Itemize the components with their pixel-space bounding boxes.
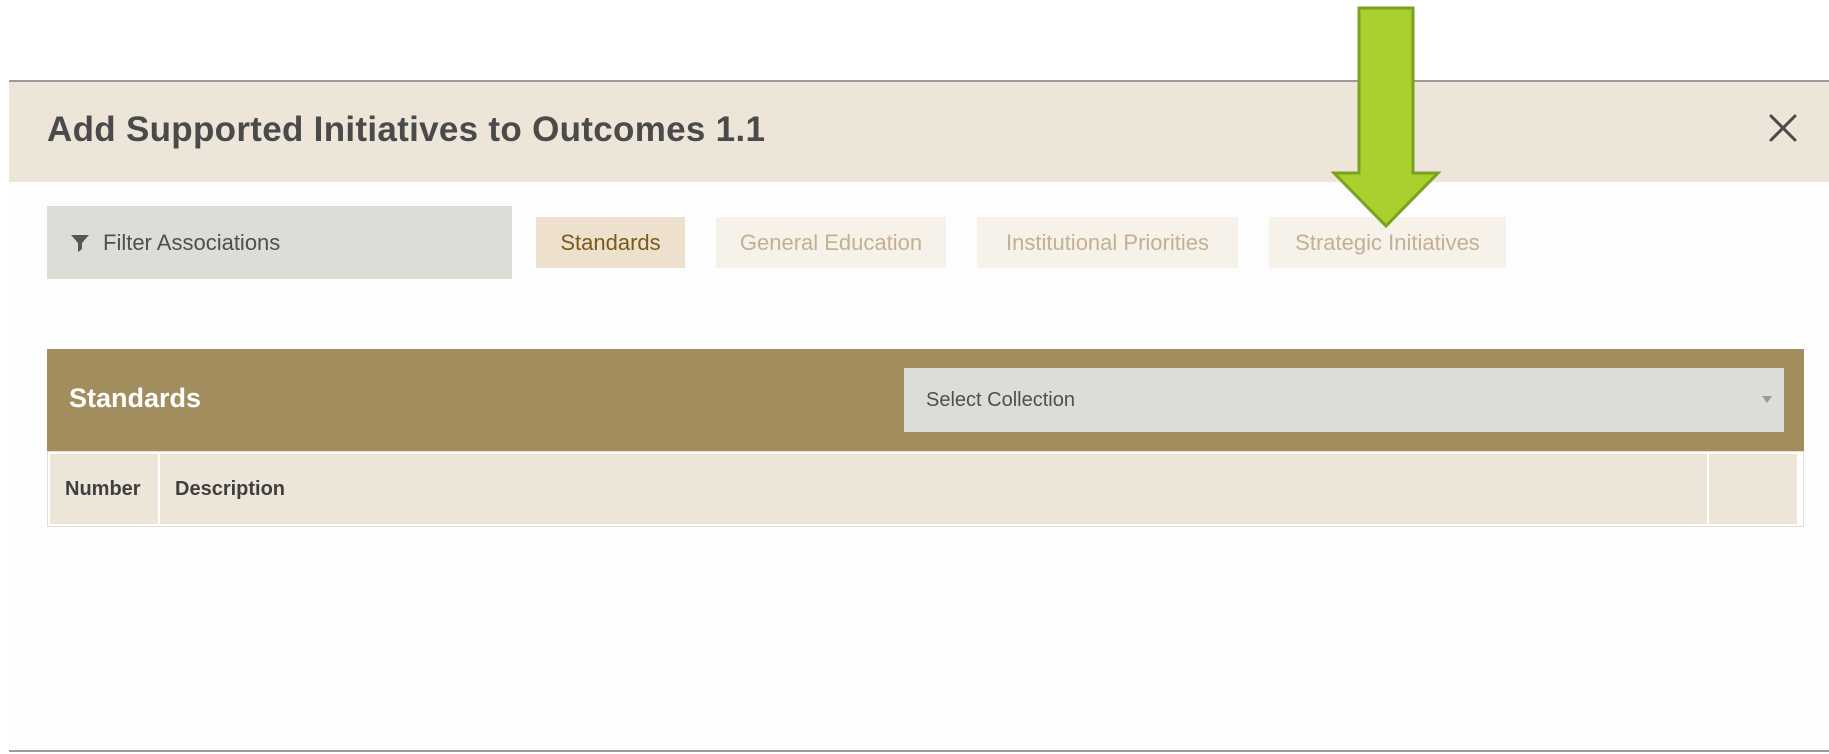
select-collection-value: Select Collection: [926, 388, 1075, 411]
filter-label: Filter Associations: [103, 229, 281, 255]
standards-panel-header: Standards Select Collection: [47, 349, 1804, 451]
modal-title: Add Supported Initiatives to Outcomes 1.…: [47, 110, 766, 149]
column-header-description[interactable]: Description: [160, 454, 1707, 524]
add-initiatives-modal: Add Supported Initiatives to Outcomes 1.…: [9, 80, 1829, 752]
close-icon[interactable]: [1761, 106, 1805, 150]
tab-general-education[interactable]: General Education: [716, 217, 946, 268]
column-header-number[interactable]: Number: [50, 454, 158, 524]
standards-table: Number Description: [47, 451, 1804, 527]
filter-associations-button[interactable]: Filter Associations: [47, 206, 512, 279]
modal-header: Add Supported Initiatives to Outcomes 1.…: [9, 82, 1829, 182]
tab-institutional-priorities[interactable]: Institutional Priorities: [977, 217, 1238, 268]
dropdown-caret-icon: [1762, 396, 1772, 403]
tab-standards[interactable]: Standards: [536, 217, 685, 268]
filter-icon: [69, 232, 91, 254]
panel-title: Standards: [69, 383, 202, 413]
select-collection-dropdown[interactable]: Select Collection: [904, 368, 1784, 432]
column-header-actions: [1709, 454, 1797, 524]
green-arrow-down-icon: [1331, 6, 1441, 228]
